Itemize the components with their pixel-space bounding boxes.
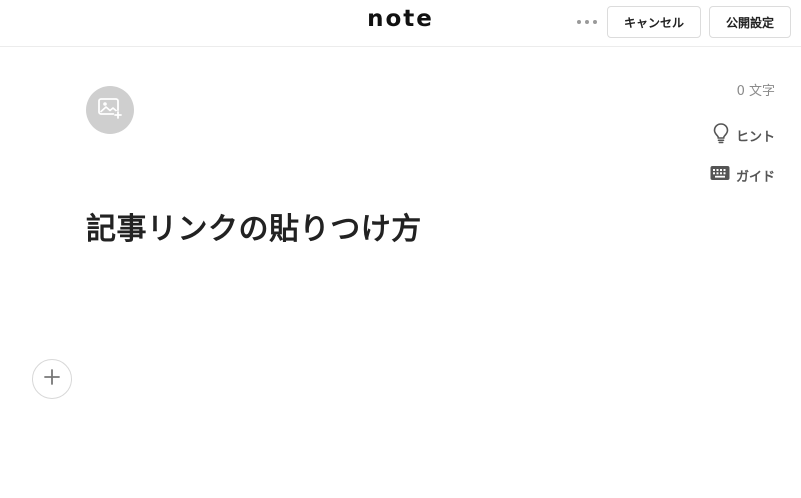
more-options-button[interactable] (577, 16, 597, 28)
header: note キャンセル 公開設定 (0, 0, 801, 47)
lightbulb-icon (712, 122, 730, 148)
keyboard-icon (710, 165, 730, 185)
publish-settings-button[interactable]: 公開設定 (709, 6, 791, 38)
cancel-button[interactable]: キャンセル (607, 6, 701, 38)
add-header-image-button[interactable] (86, 86, 134, 134)
more-horizontal-icon (577, 20, 597, 24)
note-logo-text[interactable]: note (367, 6, 434, 32)
guide-button[interactable]: ガイド (710, 164, 775, 186)
hint-button[interactable]: ヒント (712, 122, 775, 148)
article-title-input[interactable]: 記事リンクの貼りつけ方 (86, 208, 686, 252)
editor-app: note キャンセル 公開設定 0 文字 ヒント ガイド 記事リンクの貼りつけ方 (0, 0, 801, 498)
hint-label: ヒント (735, 129, 775, 145)
image-add-icon (97, 96, 123, 124)
character-count: 0 文字 (736, 84, 775, 99)
plus-icon (43, 368, 61, 390)
add-block-button[interactable] (32, 359, 72, 399)
guide-label: ガイド (735, 169, 775, 185)
